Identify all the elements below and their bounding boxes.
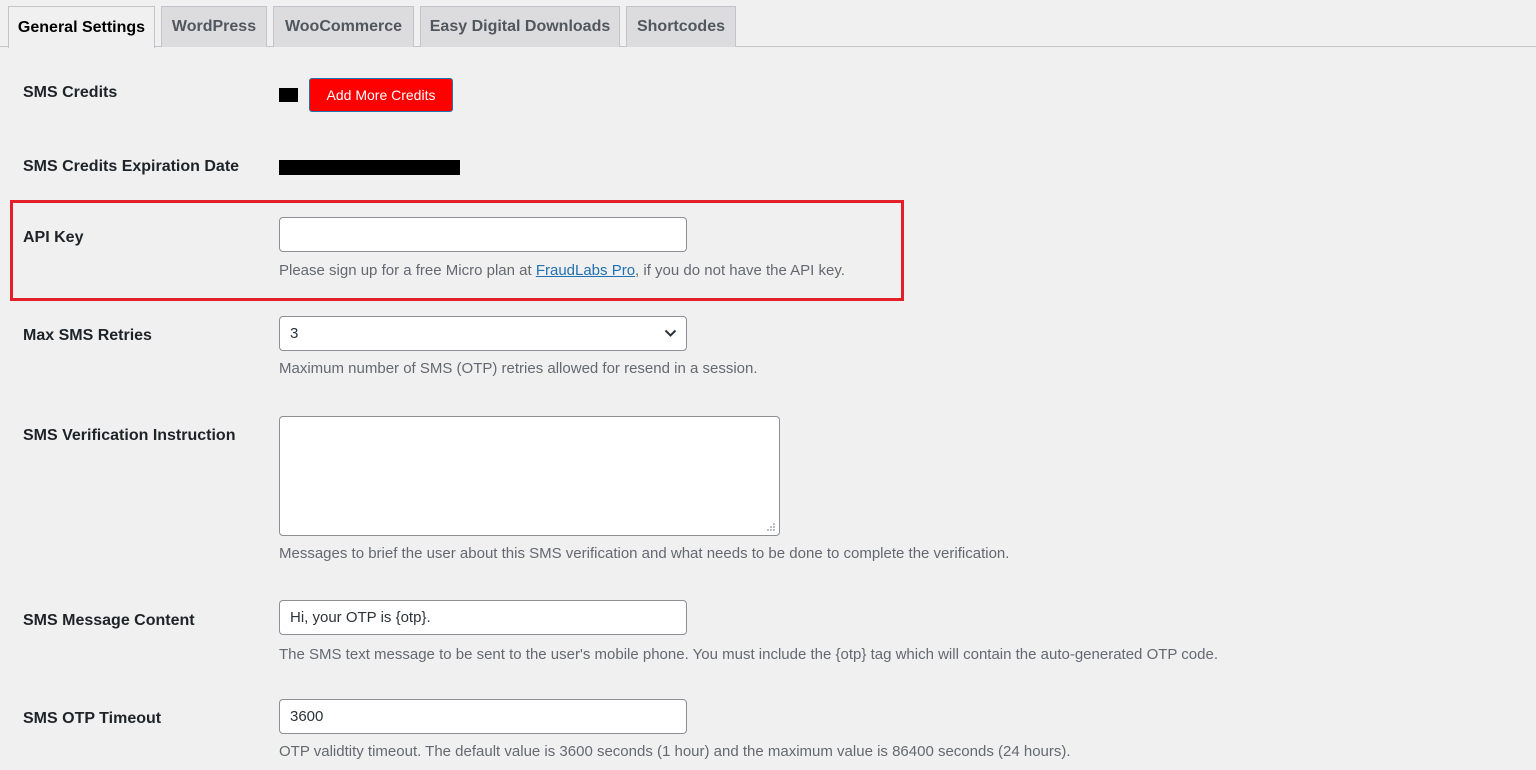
api-key-label: API Key <box>23 229 84 246</box>
expiration-date-value-redacted <box>279 160 460 175</box>
message-content-help: The SMS text message to be sent to the u… <box>279 646 1218 663</box>
api-key-input[interactable] <box>279 217 687 252</box>
otp-timeout-label: SMS OTP Timeout <box>23 710 162 727</box>
message-content-input[interactable]: Hi, your OTP is {otp}. <box>279 600 687 635</box>
add-more-credits-button[interactable]: Add More Credits <box>309 78 453 112</box>
instruction-label: SMS Verification Instruction <box>23 427 236 444</box>
tab-easy-digital-downloads[interactable]: Easy Digital Downloads <box>420 6 620 47</box>
max-retries-selected-value: 3 <box>290 325 299 342</box>
expiration-date-label: SMS Credits Expiration Date <box>23 158 240 175</box>
max-retries-label: Max SMS Retries <box>23 327 152 344</box>
tab-wordpress[interactable]: WordPress <box>161 6 267 47</box>
tab-general-settings[interactable]: General Settings <box>8 6 155 48</box>
max-retries-help: Maximum number of SMS (OTP) retries allo… <box>279 360 758 377</box>
instruction-textarea[interactable] <box>279 416 780 536</box>
api-key-help-prefix: Please sign up for a free Micro plan at <box>279 262 536 279</box>
api-key-help-suffix: , if you do not have the API key. <box>635 262 845 279</box>
settings-tabs: General Settings WordPress WooCommerce E… <box>0 0 1536 48</box>
api-key-help: Please sign up for a free Micro plan at … <box>279 262 845 279</box>
instruction-help: Messages to brief the user about this SM… <box>279 545 1010 562</box>
otp-timeout-help: OTP validtity timeout. The default value… <box>279 743 1071 760</box>
message-content-label: SMS Message Content <box>23 612 195 629</box>
resize-handle-icon[interactable] <box>766 522 776 532</box>
otp-timeout-input[interactable]: 3600 <box>279 699 687 734</box>
chevron-down-icon <box>664 329 677 337</box>
max-retries-select[interactable]: 3 <box>279 316 687 351</box>
fraudlabs-pro-link[interactable]: FraudLabs Pro <box>536 262 635 279</box>
tab-shortcodes[interactable]: Shortcodes <box>626 6 736 47</box>
sms-credits-value-redacted <box>279 88 298 102</box>
tab-woocommerce[interactable]: WooCommerce <box>273 6 414 47</box>
sms-credits-label: SMS Credits <box>23 84 118 101</box>
